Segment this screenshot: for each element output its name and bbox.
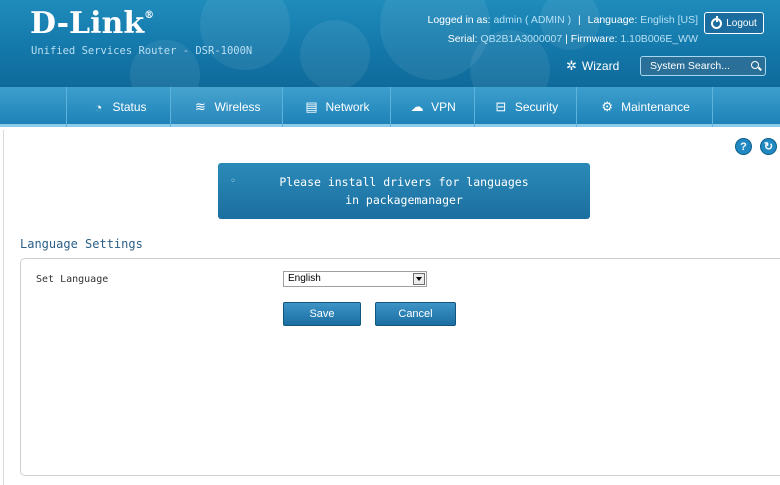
device-info: Serial: QB2B1A3000007 | Firmware: 1.10B0… [447,33,698,45]
cancel-button[interactable]: Cancel [375,302,456,326]
speedometer-icon: ◔ [94,99,103,115]
login-info: Logged in as: admin ( ADMIN ) | Language… [427,14,698,26]
notice-message: Please install drivers for languages in … [279,175,529,207]
notice-bullet: ◦ [230,176,237,187]
left-border [0,130,4,485]
system-search-input[interactable]: System Search... [640,56,766,76]
nav-security[interactable]: ⊟ Security [475,87,577,127]
gears-icon: ⚙ [601,99,613,114]
chevron-down-icon[interactable] [413,273,425,285]
refresh-icon[interactable]: ↻ [760,138,777,155]
lock-icon: ⊟ [495,99,507,114]
nav-maintenance[interactable]: ⚙ Maintenance [577,87,713,127]
save-button[interactable]: Save [283,302,361,326]
search-icon[interactable] [751,61,759,69]
header: D-Link® Unified Services Router - DSR-10… [0,0,780,87]
set-language-label: Set Language [36,274,109,285]
product-subtitle: Unified Services Router - DSR-1000N [31,45,253,57]
magic-wand-icon: ✲ [566,58,577,73]
notice-banner: ◦ Please install drivers for languages i… [218,163,590,219]
nav-vpn[interactable]: ☁ VPN [391,87,475,127]
logout-button[interactable]: Logout [704,12,764,34]
nav-network[interactable]: ▤ Network [283,87,391,127]
wifi-icon: ≋ [195,99,206,114]
section-title: Language Settings [20,237,143,251]
settings-panel [20,258,780,476]
server-icon: ▤ [305,99,318,114]
wizard-link[interactable]: ✲ Wizard [566,58,619,74]
language-select[interactable]: English [283,271,427,287]
main-nav: ◔ Status ≋ Wireless ▤ Network ☁ VPN ⊟ Se… [0,87,780,127]
cloud-lock-icon: ☁ [410,99,424,114]
help-icon[interactable]: ? [735,138,752,155]
nav-status[interactable]: ◔ Status [66,87,171,127]
dlink-logo: D-Link® [30,6,155,41]
power-icon [711,15,723,29]
nav-wireless[interactable]: ≋ Wireless [171,87,283,127]
